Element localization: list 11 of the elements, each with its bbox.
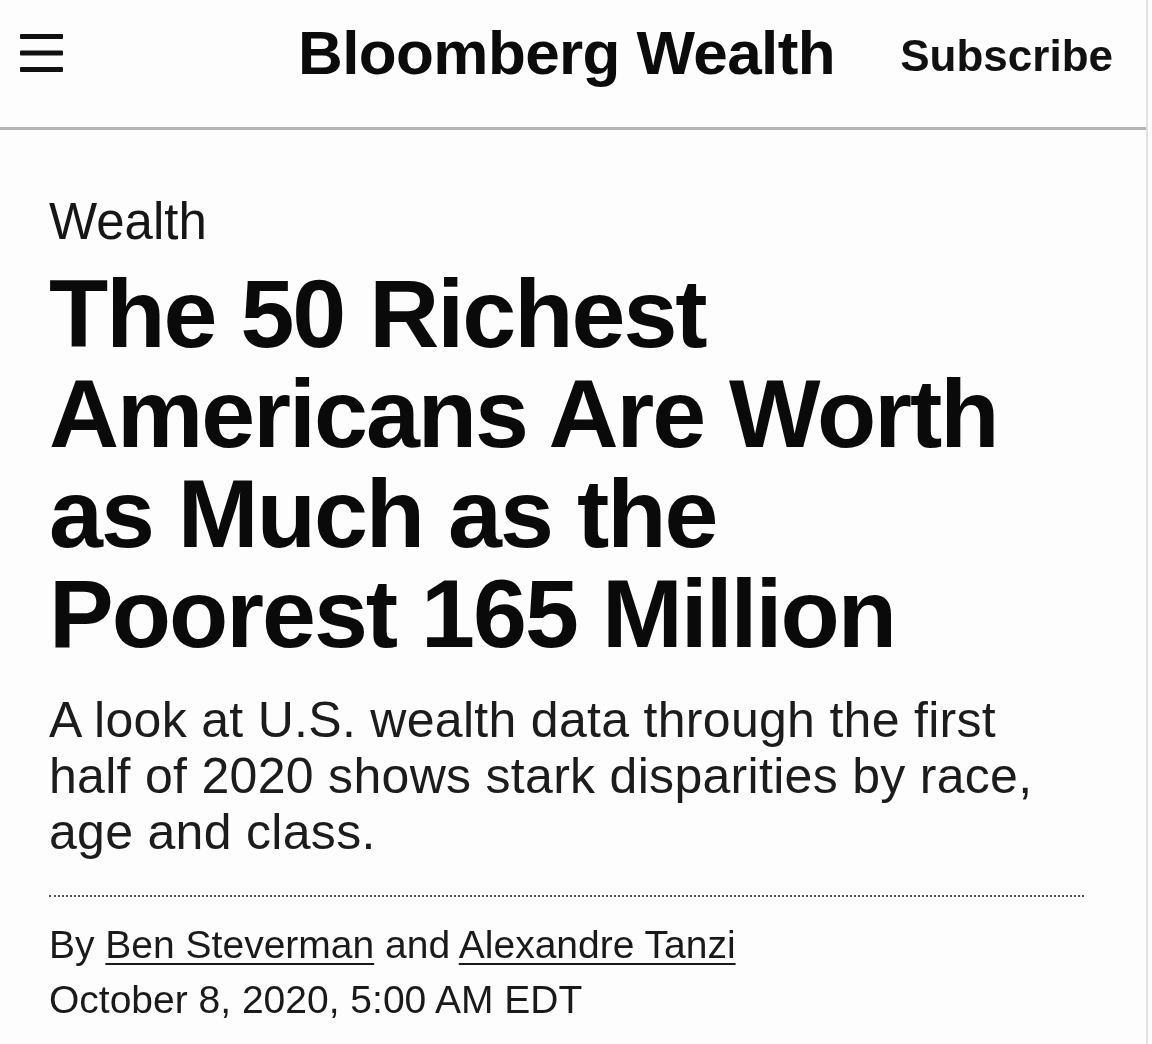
section-label[interactable]: Wealth [49, 194, 207, 250]
site-logo: Bloomberg Wealth [298, 17, 835, 88]
byline: By Ben Steverman and Alexandre Tanzi [49, 922, 737, 968]
article-summary: A look at U.S. wealth data through the first half of 2020 shows stark disparities by race, age and class. [49, 692, 1034, 860]
article-headline: The 50 Richest Americans Are Worth as Much as the Poorest 165 Million [49, 264, 999, 664]
menu-button[interactable] [20, 33, 63, 72]
author-link[interactable]: Ben Steverman [105, 923, 375, 966]
publish-date: October 8, 2020, 5:00 AM EDT [49, 977, 584, 1023]
author-link[interactable]: Alexandre Tanzi [458, 923, 736, 966]
menu-icon [20, 33, 63, 72]
subscribe-link[interactable]: Subscribe [900, 29, 1113, 82]
